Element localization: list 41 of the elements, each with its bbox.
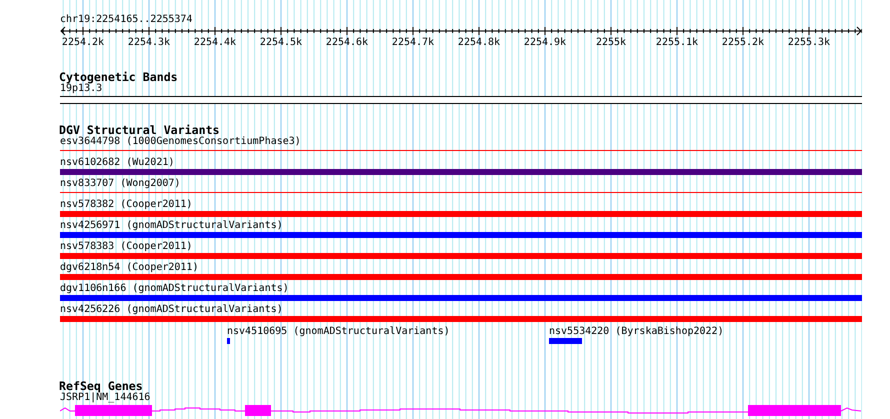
tick-label: 2254.9k: [524, 37, 566, 49]
variant-bar[interactable]: [227, 338, 230, 344]
variant-bar[interactable]: [60, 274, 862, 280]
variant-line[interactable]: [60, 150, 862, 151]
variant-label[interactable]: nsv833707 (Wong2007): [60, 178, 180, 190]
variant-line[interactable]: [60, 192, 862, 193]
track-title: RefSeq Genes: [59, 380, 143, 392]
tick-label: 2254.6k: [326, 37, 368, 49]
variant-label[interactable]: esv3644798 (1000GenomesConsortiumPhase3): [60, 136, 301, 148]
tick-label: 2254.3k: [128, 37, 170, 49]
variant-bar[interactable]: [60, 232, 862, 238]
variant-label[interactable]: nsv4510695 (gnomADStructuralVariants): [227, 326, 450, 338]
variant-bar[interactable]: [60, 295, 862, 301]
tick-label: 2254.4k: [194, 37, 236, 49]
tick-label: 2254.5k: [260, 37, 302, 49]
variant-label[interactable]: nsv578382 (Cooper2011): [60, 199, 192, 211]
tick-label: 2255.3k: [788, 37, 830, 49]
variant-label[interactable]: dgv1106n166 (gnomADStructuralVariants): [60, 283, 289, 295]
tick-label: 2255.1k: [656, 37, 698, 49]
gene-label[interactable]: JSRP1|NM_144616: [60, 392, 150, 404]
tick-label: 2254.8k: [458, 37, 500, 49]
variant-bar[interactable]: [60, 169, 862, 175]
track-title: DGV Structural Variants: [59, 124, 220, 136]
variant-label[interactable]: dgv6218n54 (Cooper2011): [60, 262, 198, 274]
track-title: Cytogenetic Bands: [59, 71, 178, 83]
variant-label[interactable]: nsv4256971 (gnomADStructuralVariants): [60, 220, 283, 232]
variant-label[interactable]: nsv578383 (Cooper2011): [60, 241, 192, 253]
variant-bar[interactable]: [60, 316, 862, 322]
variant-label[interactable]: nsv5534220 (ByrskaBishop2022): [549, 326, 724, 338]
band-label: 19p13.3: [60, 83, 102, 95]
location-label: chr19:2254165..2255374: [60, 13, 194, 26]
variant-bar[interactable]: [60, 211, 862, 217]
variant-label[interactable]: nsv6102682 (Wu2021): [60, 157, 174, 169]
tick-label: 2254.7k: [392, 37, 434, 49]
variant-label[interactable]: nsv4256226 (gnomADStructuralVariants): [60, 304, 283, 316]
tick-label: 2255.2k: [722, 37, 764, 49]
tick-label: 2255k: [596, 37, 626, 49]
gene-model-drawing[interactable]: [60, 405, 862, 416]
tick-label: 2254.2k: [62, 37, 104, 49]
variant-bar[interactable]: [60, 253, 862, 259]
variant-bar[interactable]: [549, 338, 582, 344]
